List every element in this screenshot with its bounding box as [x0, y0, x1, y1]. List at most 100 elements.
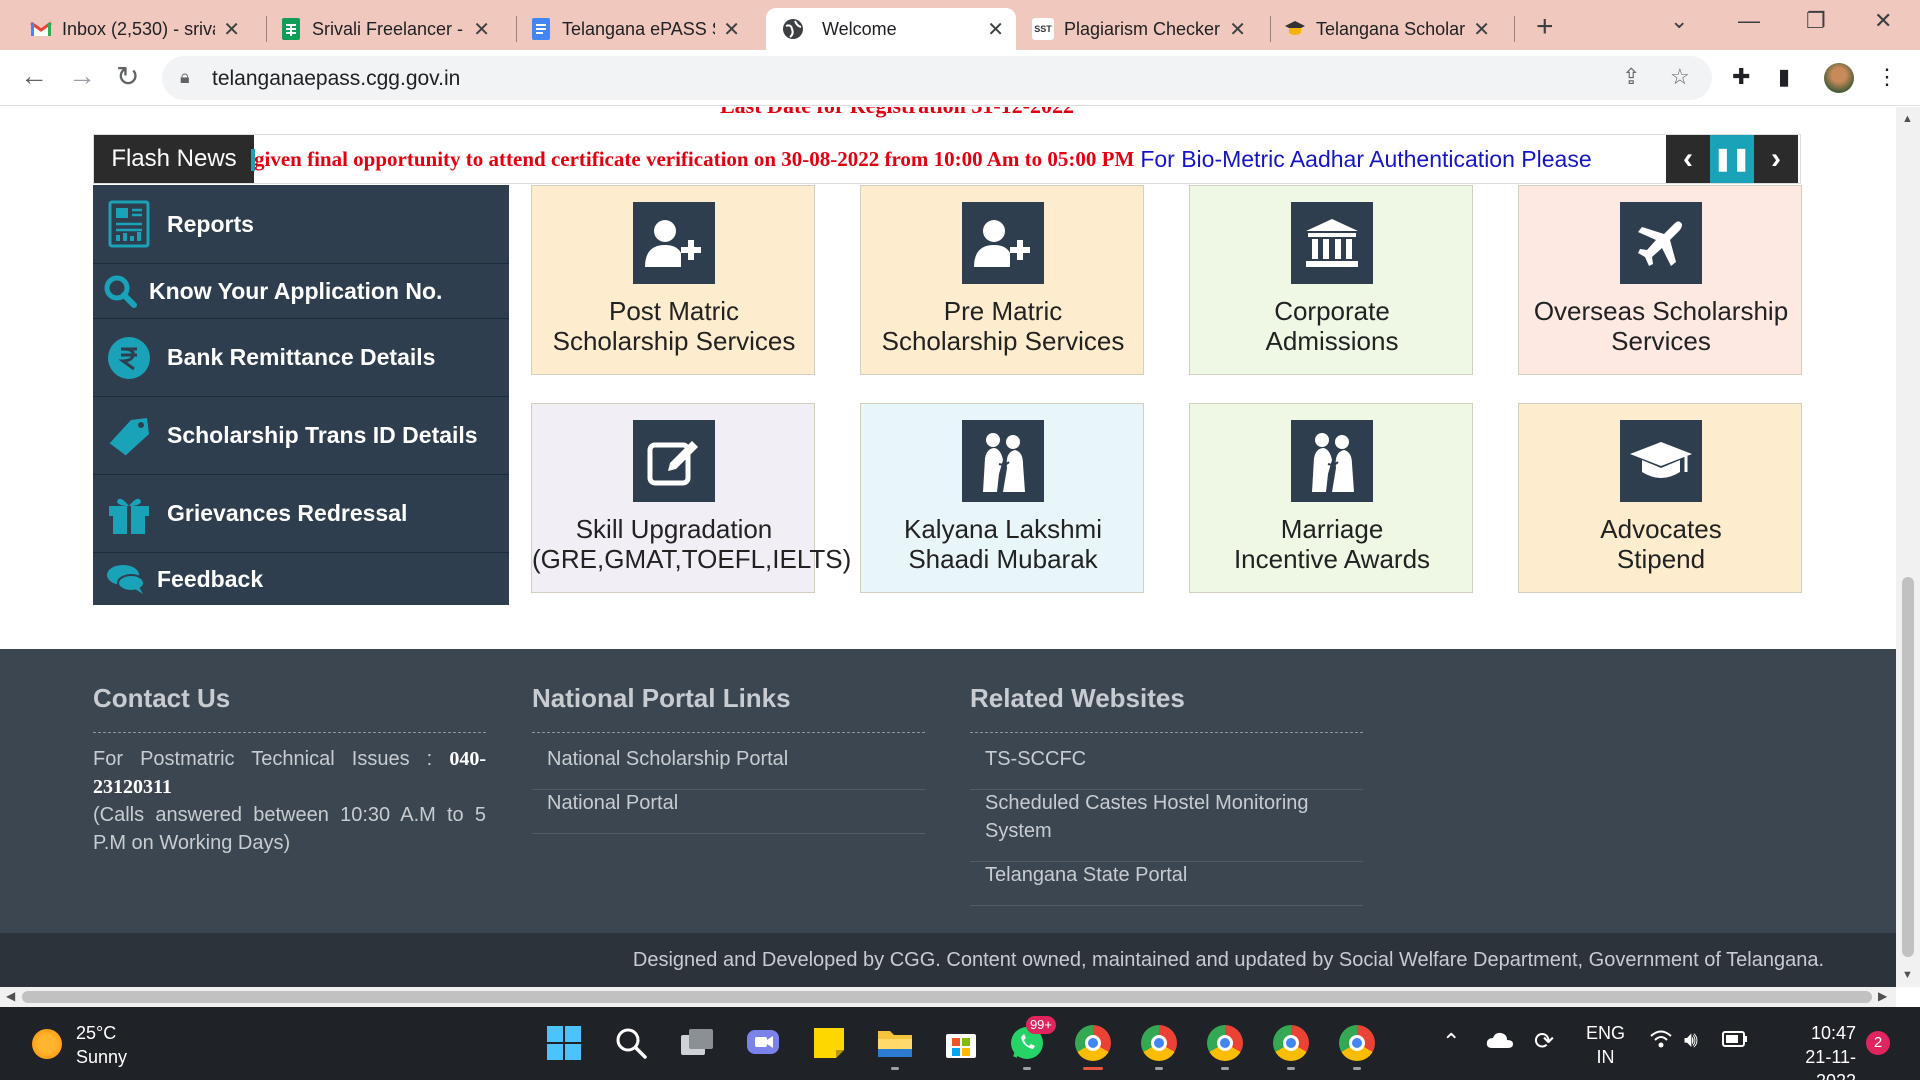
- profile-avatar[interactable]: [1824, 63, 1854, 93]
- start-button[interactable]: [543, 1022, 585, 1064]
- wifi-icon[interactable]: [1650, 1029, 1672, 1054]
- horizontal-scrollbar[interactable]: ◀ ▶: [0, 987, 1896, 1007]
- reload-button[interactable]: ↻: [116, 60, 139, 93]
- notification-badge[interactable]: 2: [1866, 1031, 1890, 1055]
- microsoft-store-icon[interactable]: [940, 1022, 982, 1064]
- vertical-scroll-thumb[interactable]: [1902, 577, 1914, 957]
- clock[interactable]: 10:47 21-11-2022: [1770, 1021, 1856, 1080]
- sidebar-item-feedback[interactable]: Feedback: [93, 553, 509, 605]
- close-icon[interactable]: ✕: [223, 17, 240, 42]
- close-icon[interactable]: ✕: [473, 17, 490, 42]
- whatsapp-icon[interactable]: 99+: [1006, 1016, 1056, 1070]
- sidebar-item-reports[interactable]: Reports: [93, 185, 509, 264]
- tray-overflow-icon[interactable]: ⌃: [1442, 1029, 1460, 1055]
- task-view-icon[interactable]: [676, 1022, 718, 1064]
- browser-toolbar: ← → ↻ 🔒︎ telanganaepass.cgg.gov.in ⇪ ☆ ✚…: [0, 50, 1920, 106]
- contact-details: For Postmatric Technical Issues : 040- 2…: [93, 745, 486, 857]
- minimize-button[interactable]: —: [1738, 8, 1760, 34]
- flash-next-button[interactable]: ›: [1754, 135, 1798, 183]
- new-tab-button[interactable]: +: [1536, 10, 1554, 44]
- close-icon[interactable]: ✕: [723, 17, 740, 42]
- tile-label-line1: Corporate: [1274, 296, 1390, 326]
- address-bar[interactable]: 🔒︎ telanganaepass.cgg.gov.in ⇪ ☆: [162, 56, 1712, 100]
- tile-skill-upgradation[interactable]: Skill Upgradation (GRE,GMAT,TOEFL,IELTS): [531, 403, 851, 593]
- flash-news-ticker[interactable]: given final opportunity to attend certif…: [254, 135, 1664, 183]
- teams-chat-icon[interactable]: [742, 1022, 784, 1064]
- scroll-left-arrow-icon[interactable]: ◀: [6, 989, 15, 1003]
- url-text[interactable]: telanganaepass.cgg.gov.in: [212, 67, 460, 91]
- contact-hours: (Calls answered between 10:30 A.M to 5 P…: [93, 804, 486, 854]
- vertical-scrollbar[interactable]: ▲ ▼: [1896, 107, 1920, 987]
- chrome-profile-a-icon[interactable]: [1270, 1022, 1312, 1070]
- weather-condition: Sunny: [76, 1047, 128, 1067]
- tile-marriage-incentive[interactable]: Marriage Incentive Awards: [1189, 403, 1473, 593]
- tab-plagiarism[interactable]: SST Plagiarism Checker ✕: [1032, 8, 1258, 50]
- forward-button[interactable]: →: [68, 60, 96, 92]
- back-button[interactable]: ←: [20, 60, 48, 92]
- tile-label-line2: Scholarship Services: [881, 326, 1125, 356]
- chrome-profile-s-icon[interactable]: [1138, 1022, 1180, 1070]
- reports-icon: [105, 200, 153, 248]
- tile-kalyana-lakshmi[interactable]: Kalyana Lakshmi Shaadi Mubarak: [860, 403, 1144, 593]
- tab-title: Srivali Freelancer - I: [312, 18, 466, 39]
- horizontal-scroll-thumb[interactable]: [22, 991, 1872, 1003]
- onedrive-icon[interactable]: [1486, 1031, 1514, 1054]
- sidebar-item-bank-remittance[interactable]: Bank Remittance Details: [93, 319, 509, 397]
- close-window-button[interactable]: ✕: [1874, 8, 1892, 34]
- link-national-scholarship-portal[interactable]: National Scholarship Portal: [547, 745, 917, 773]
- browser-tab-bar: Inbox (2,530) - sriva ✕ Srivali Freelanc…: [0, 0, 1920, 50]
- tab-welcome[interactable]: Welcome ✕: [766, 8, 1016, 50]
- close-icon[interactable]: ✕: [1229, 17, 1246, 42]
- sidebar-item-label: Grievances Redressal: [167, 500, 408, 526]
- tab-telangana-scholarship[interactable]: Telangana Scholars ✕: [1284, 8, 1502, 50]
- sidebar-item-scholarship-trans-id[interactable]: Scholarship Trans ID Details: [93, 397, 509, 475]
- tile-label-line1: Marriage: [1280, 514, 1384, 544]
- sidebar-item-grievances[interactable]: Grievances Redressal: [93, 475, 509, 553]
- sticky-notes-icon[interactable]: [808, 1022, 850, 1064]
- share-icon[interactable]: ⇪: [1622, 64, 1640, 90]
- chrome-profile-x-icon[interactable]: [1204, 1022, 1246, 1070]
- link-sc-hostel-monitoring[interactable]: Scheduled Castes Hostel Monitoring Syste…: [985, 789, 1325, 845]
- sidebar-item-know-application[interactable]: Know Your Application No.: [93, 264, 509, 319]
- contact-text: For Postmatric Technical Issues :: [93, 748, 450, 770]
- tile-pre-matric[interactable]: Pre Matric Scholarship Services: [860, 185, 1144, 375]
- running-indicator: [1155, 1067, 1163, 1070]
- flash-news-blue-text[interactable]: For Bio-Metric Aadhar Authentication Ple…: [1140, 146, 1591, 173]
- language-indicator[interactable]: ENG IN: [1586, 1021, 1625, 1069]
- tab-search-icon[interactable]: ⌄: [1670, 8, 1688, 34]
- flash-pause-button[interactable]: ❚❚: [1710, 135, 1754, 183]
- restore-button[interactable]: ❐: [1806, 8, 1826, 34]
- link-national-portal[interactable]: National Portal: [547, 789, 917, 817]
- tile-advocates-stipend[interactable]: Advocates Stipend: [1518, 403, 1802, 593]
- close-icon[interactable]: ✕: [987, 17, 1004, 42]
- scroll-up-arrow-icon[interactable]: ▲: [1902, 113, 1913, 125]
- bookmark-star-icon[interactable]: ☆: [1670, 64, 1690, 90]
- close-icon[interactable]: ✕: [1473, 17, 1490, 42]
- tab-sheets[interactable]: Srivali Freelancer - I ✕: [280, 8, 502, 50]
- chrome-icon[interactable]: [1072, 1022, 1114, 1070]
- file-explorer-icon[interactable]: [874, 1022, 916, 1070]
- chrome-profile-b-icon[interactable]: [1336, 1022, 1378, 1070]
- sun-icon[interactable]: [32, 1029, 62, 1059]
- sync-icon[interactable]: ⟳: [1534, 1027, 1554, 1056]
- link-ts-sccfc[interactable]: TS-SCCFC: [985, 745, 1355, 773]
- scroll-right-arrow-icon[interactable]: ▶: [1878, 989, 1887, 1003]
- rupee-icon: [105, 334, 153, 382]
- flash-prev-button[interactable]: ‹: [1666, 135, 1710, 183]
- extensions-icon[interactable]: ✚: [1732, 64, 1750, 90]
- tile-post-matric[interactable]: Post Matric Scholarship Services: [531, 185, 815, 375]
- tile-corporate-admissions[interactable]: Corporate Admissions: [1189, 185, 1473, 375]
- scroll-down-arrow-icon[interactable]: ▼: [1902, 969, 1913, 981]
- region-code: IN: [1596, 1047, 1615, 1067]
- link-telangana-state-portal[interactable]: Telangana State Portal: [985, 861, 1355, 889]
- battery-icon[interactable]: [1722, 1031, 1748, 1052]
- volume-icon[interactable]: 🔊︎: [1684, 1027, 1698, 1053]
- side-panel-icon[interactable]: ▮: [1778, 64, 1790, 90]
- search-icon[interactable]: [610, 1022, 652, 1064]
- tile-overseas-scholarship[interactable]: Overseas Scholarship Services: [1518, 185, 1802, 375]
- tab-docs[interactable]: Telangana ePASS Sc ✕: [530, 8, 752, 50]
- tab-gmail[interactable]: Inbox (2,530) - sriva ✕: [30, 8, 252, 50]
- edit-icon: [633, 420, 715, 502]
- weather-widget[interactable]: 25°C Sunny: [76, 1021, 127, 1069]
- menu-icon[interactable]: ⋮: [1876, 64, 1898, 90]
